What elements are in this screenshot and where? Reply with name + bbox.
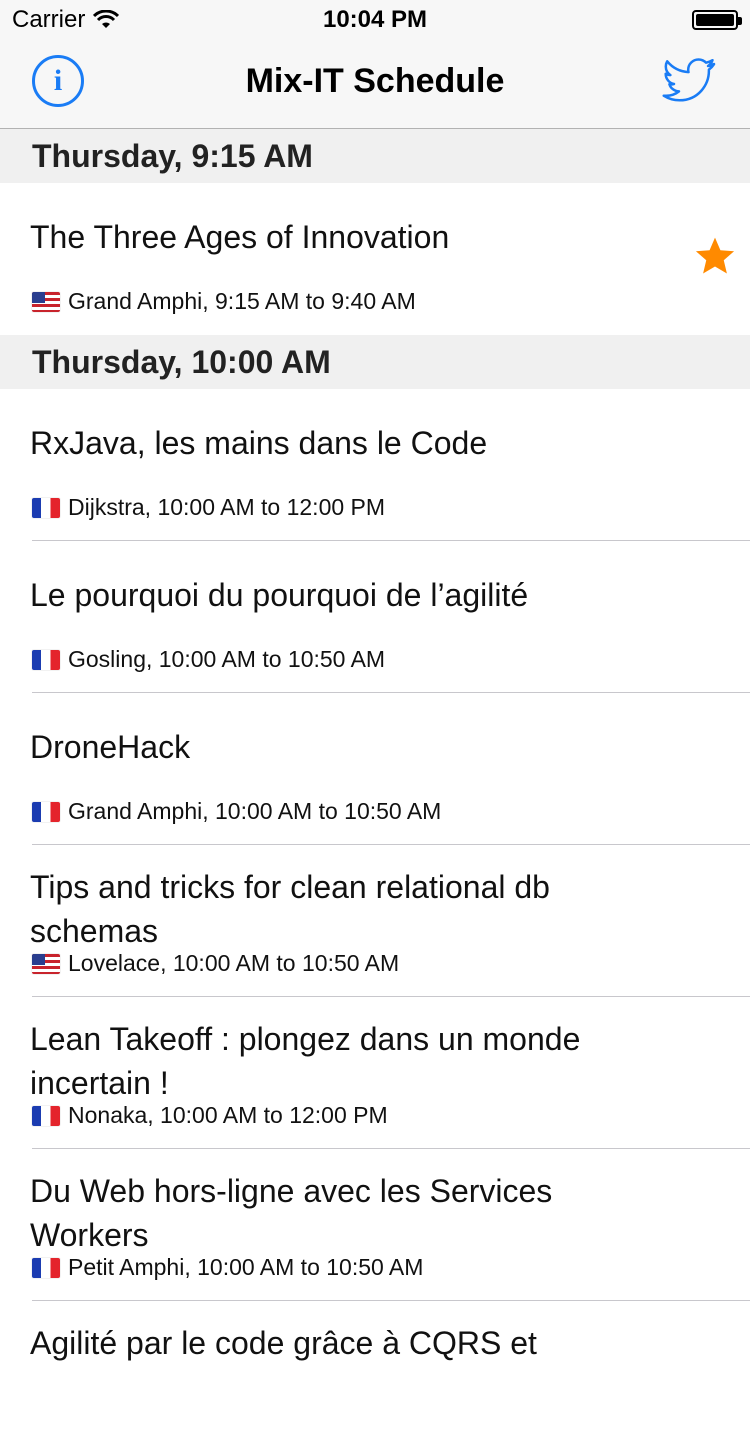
session-row[interactable]: Le pourquoi du pourquoi de l’agilité Gos… [0, 541, 750, 693]
session-row[interactable]: The Three Ages of Innovation Grand Amphi… [0, 183, 750, 335]
session-title: DroneHack [30, 729, 191, 765]
favorite-star-icon[interactable] [694, 235, 736, 277]
session-row[interactable]: Agilité par le code grâce à CQRS et [0, 1301, 750, 1453]
session-meta: Petit Amphi, 10:00 AM to 10:50 AM [32, 1254, 423, 1281]
session-row[interactable]: RxJava, les mains dans le Code Dijkstra,… [0, 389, 750, 541]
session-row[interactable]: Du Web hors-ligne avec les Services Work… [0, 1149, 750, 1301]
status-bar: Carrier 10:04 PM [0, 0, 750, 40]
session-meta: Grand Amphi, 10:00 AM to 10:50 AM [32, 798, 441, 825]
session-location-time: Dijkstra, 10:00 AM to 12:00 PM [68, 494, 386, 520]
session-title: Agilité par le code grâce à CQRS et [30, 1325, 537, 1361]
twitter-icon[interactable] [658, 54, 718, 110]
session-row[interactable]: DroneHack Grand Amphi, 10:00 AM to 10:50… [0, 693, 750, 845]
session-row[interactable]: Lean Takeoff : plongez dans un monde inc… [0, 997, 750, 1149]
fr-flag-icon [32, 1257, 60, 1278]
session-meta: Dijkstra, 10:00 AM to 12:00 PM [32, 494, 385, 521]
us-flag-icon [32, 953, 60, 974]
schedule-list[interactable]: Thursday, 9:15 AM The Three Ages of Inno… [0, 129, 750, 1453]
fr-flag-icon [32, 497, 60, 518]
section-header: Thursday, 10:00 AM [0, 335, 750, 389]
status-time: 10:04 PM [322, 6, 428, 33]
session-title: RxJava, les mains dans le Code [30, 425, 488, 461]
session-meta: Nonaka, 10:00 AM to 12:00 PM [32, 1102, 388, 1129]
fr-flag-icon [32, 649, 60, 670]
session-location-time: Petit Amphi, 10:00 AM to 10:50 AM [68, 1254, 424, 1280]
page-title: Mix-IT Schedule [245, 62, 505, 100]
session-meta: Grand Amphi, 9:15 AM to 9:40 AM [32, 288, 416, 315]
session-title: Le pourquoi du pourquoi de l’agilité [30, 577, 529, 613]
section-header: Thursday, 9:15 AM [0, 129, 750, 183]
session-title: The Three Ages of Innovation [30, 219, 450, 255]
session-title: Lean Takeoff : plongez dans un monde inc… [30, 1021, 581, 1101]
session-location-time: Gosling, 10:00 AM to 10:50 AM [68, 646, 386, 672]
us-flag-icon [32, 291, 60, 312]
session-location-time: Nonaka, 10:00 AM to 12:00 PM [68, 1102, 388, 1128]
session-title: Du Web hors-ligne avec les Services Work… [30, 1173, 553, 1253]
fr-flag-icon [32, 801, 60, 822]
navigation-bar: i Mix-IT Schedule [0, 40, 750, 129]
fr-flag-icon [32, 1105, 60, 1126]
session-location-time: Lovelace, 10:00 AM to 10:50 AM [68, 950, 400, 976]
session-meta: Gosling, 10:00 AM to 10:50 AM [32, 646, 385, 673]
session-title: Tips and tricks for clean relational db … [30, 869, 550, 949]
session-location-time: Grand Amphi, 9:15 AM to 9:40 AM [68, 288, 416, 314]
battery-icon [692, 10, 742, 30]
session-row[interactable]: Tips and tricks for clean relational db … [0, 845, 750, 997]
session-meta: Lovelace, 10:00 AM to 10:50 AM [32, 950, 399, 977]
session-location-time: Grand Amphi, 10:00 AM to 10:50 AM [68, 798, 442, 824]
